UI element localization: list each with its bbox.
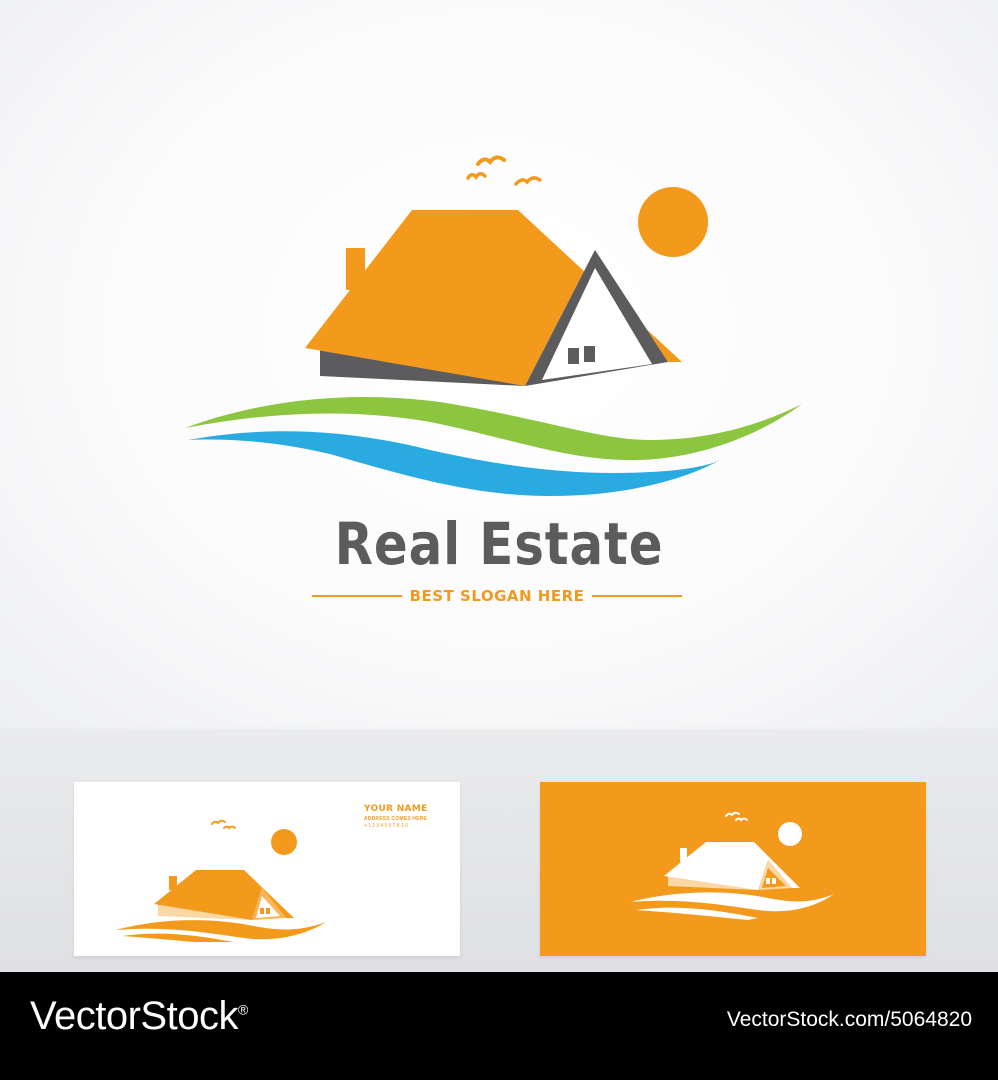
real-estate-logo-icon — [185, 155, 802, 496]
brand-title: Real Estate — [334, 510, 664, 578]
slogan-line-left — [312, 595, 402, 597]
birds-icon — [466, 155, 542, 186]
watermark-bar: VectorStock® VectorStock.com/5064820 — [0, 972, 998, 1080]
card-logo-white-icon — [630, 811, 834, 920]
house-icon — [305, 210, 682, 386]
slogan-text: BEST SLOGAN HERE — [409, 587, 585, 605]
business-card-white: YOUR NAME ADDRESS COMES HERE +1234567810 — [74, 782, 460, 956]
watermark-brand-suffix: Stock — [140, 994, 238, 1038]
watermark-brand: VectorStock® — [30, 994, 248, 1039]
watermark-trademark: ® — [237, 1001, 248, 1018]
watermark-brand-prefix: Vector — [30, 994, 141, 1038]
slogan-line-right — [592, 595, 682, 597]
card-address: ADDRESS COMES HERE — [364, 816, 428, 822]
wave-icon — [185, 397, 802, 496]
business-card-orange — [540, 782, 926, 956]
card-logo-icon — [116, 819, 326, 942]
card-name: YOUR NAME — [364, 804, 428, 814]
slogan-row: BEST SLOGAN HERE — [312, 584, 682, 608]
sun-icon — [638, 187, 708, 257]
card-phone: +1234567810 — [364, 823, 410, 829]
watermark-site-id: VectorStock.com/5064820 — [726, 1008, 972, 1031]
